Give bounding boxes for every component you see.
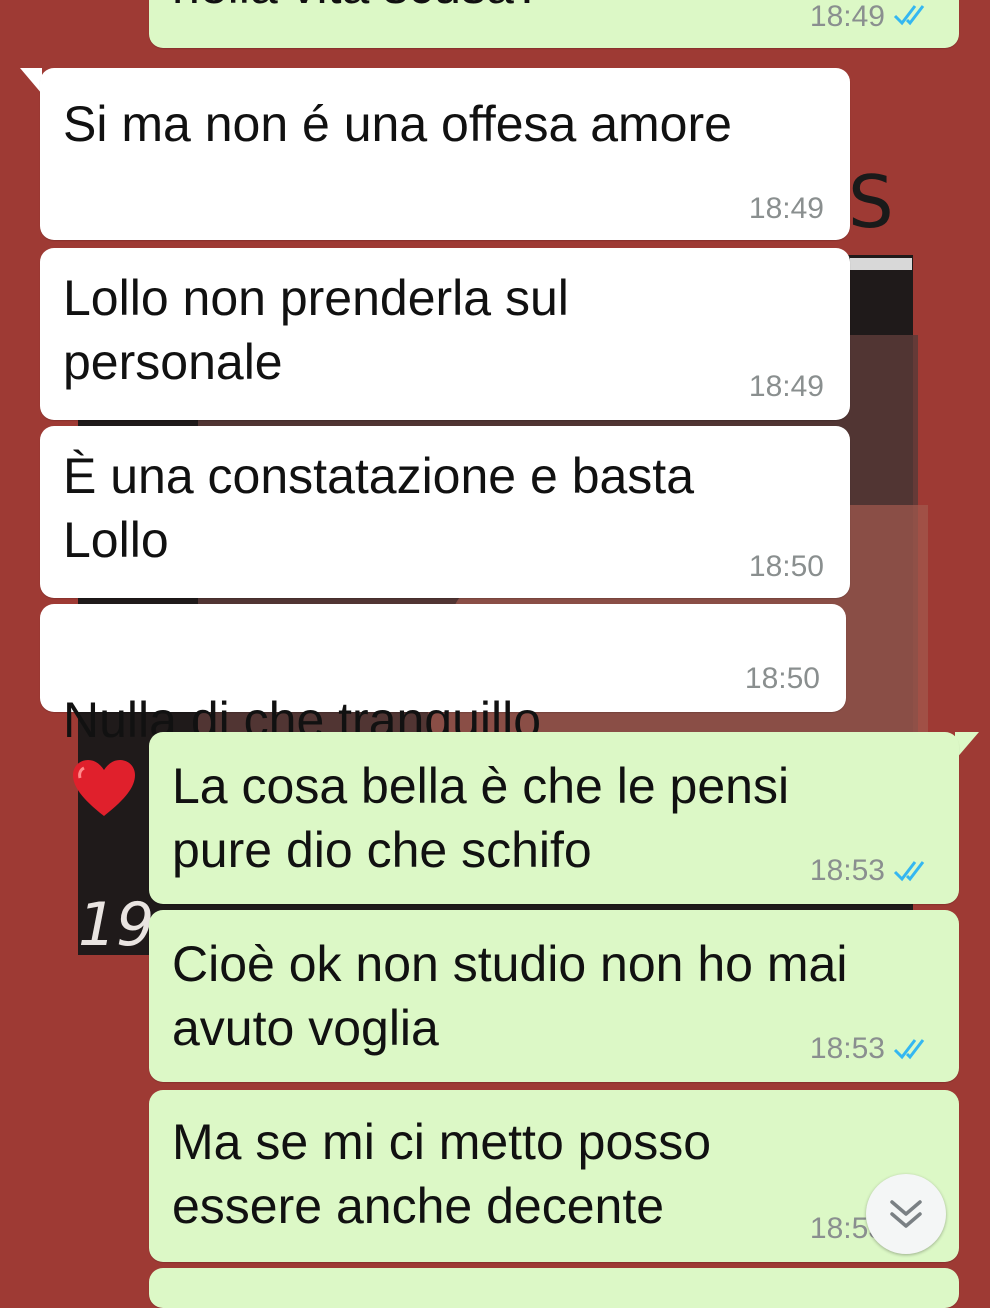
message-bubble-incoming[interactable]: Nulla di che tranquillo 18:50	[40, 604, 846, 816]
wallpaper-letter: S	[848, 160, 894, 244]
read-ticks-icon	[893, 1039, 925, 1060]
heart-icon	[73, 759, 135, 816]
message-bubble-incoming[interactable]: Lollo non prenderla sul personale 18:49	[40, 248, 850, 420]
message-time: 18:49	[748, 192, 824, 225]
message-time: 18:49	[748, 370, 824, 403]
message-time: 18:53	[809, 854, 885, 887]
read-ticks-icon	[893, 861, 925, 882]
message-bubble-outgoing[interactable]: La cosa bella è che le pensi pure dio ch…	[149, 732, 959, 904]
message-time: 18:53	[809, 1032, 885, 1065]
scroll-to-bottom-button[interactable]	[866, 1174, 946, 1254]
message-bubble-incoming[interactable]: Si ma non é una offesa amore 18:49	[40, 68, 850, 240]
message-time: 18:50	[748, 550, 824, 583]
chevron-double-down-icon	[890, 1200, 922, 1228]
message-text: Ma se mi ci metto posso essere anche dec…	[172, 1114, 712, 1234]
message-text: Si ma non é una offesa amore	[63, 96, 732, 152]
wallpaper-digits: 19	[78, 890, 155, 960]
read-ticks-icon	[893, 5, 925, 26]
message-text: Cioè ok non studio non ho mai avuto vogl…	[172, 936, 848, 1056]
message-bubble-outgoing[interactable]: nella vita scusa? 18:49	[149, 0, 959, 48]
message-bubble-incoming[interactable]: È una constatazione e basta Lollo 18:50	[40, 426, 850, 598]
message-time: 18:50	[744, 662, 820, 695]
message-bubble-outgoing[interactable]: Ma se mi ci metto posso essere anche dec…	[149, 1090, 959, 1262]
message-text: La cosa bella è che le pensi pure dio ch…	[172, 758, 790, 878]
message-text: nella vita scusa?	[172, 0, 919, 18]
bubble-tail	[20, 68, 42, 94]
message-bubble-outgoing[interactable]	[149, 1268, 959, 1308]
message-bubble-outgoing[interactable]: Cioè ok non studio non ho mai avuto vogl…	[149, 910, 959, 1082]
message-time: 18:49	[809, 0, 885, 33]
message-text: Lollo non prenderla sul personale	[63, 270, 569, 390]
message-text: È una constatazione e basta Lollo	[63, 448, 695, 568]
